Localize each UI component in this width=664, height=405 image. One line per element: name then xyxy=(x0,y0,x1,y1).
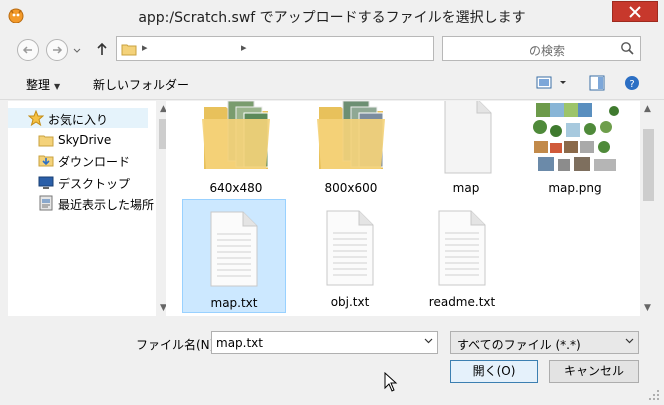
file-name: 640x480 xyxy=(209,181,263,195)
scrollbar-thumb[interactable] xyxy=(643,129,654,201)
close-icon xyxy=(629,6,641,18)
sidebar-item-recent-places[interactable]: 最近表示した場所 xyxy=(8,193,154,213)
open-button-label: 開く(O) xyxy=(472,364,516,378)
file-item[interactable]: map.png xyxy=(523,101,627,197)
desktop-icon xyxy=(38,176,54,189)
mouse-pointer-icon xyxy=(384,372,398,392)
new-folder-button[interactable]: 新しいフォルダー xyxy=(93,76,189,93)
sidebar-item-label: ダウンロード xyxy=(58,155,131,169)
close-button[interactable] xyxy=(612,1,658,22)
download-folder-icon xyxy=(38,155,54,167)
forward-arrow-icon xyxy=(53,46,63,54)
folder-icon xyxy=(121,44,137,56)
search-placeholder: の検索 xyxy=(529,44,566,58)
sidebar-item-label: SkyDrive xyxy=(58,133,112,147)
cancel-button-label: キャンセル xyxy=(563,364,624,378)
sidebar-item-label: デスクトップ xyxy=(58,177,131,191)
view-options-icon xyxy=(536,76,566,89)
text-file-icon xyxy=(326,210,374,286)
navigation-bar: ▸ ▸ の検索 xyxy=(0,32,664,64)
file-item[interactable]: 800x600 xyxy=(299,101,403,197)
folder-icon xyxy=(317,101,385,169)
navigation-pane: お気に入り SkyDrive ダウンロード デスクトップ 最近表示した場所 ▲ … xyxy=(8,101,173,316)
file-item[interactable]: readme.txt xyxy=(410,199,514,313)
sidebar-item-favorites[interactable]: お気に入り xyxy=(8,108,148,128)
up-arrow-icon[interactable] xyxy=(96,42,108,56)
file-list-scrollbar[interactable]: ▲ ▼ xyxy=(640,101,657,316)
filename-label: ファイル名(N): xyxy=(136,338,219,352)
command-bar: 整理 ▼ 新しいフォルダー ? xyxy=(0,68,664,100)
chevron-down-icon xyxy=(625,338,634,344)
view-options-button[interactable] xyxy=(536,75,570,94)
organize-menu[interactable]: 整理 ▼ xyxy=(26,76,60,93)
scroll-up-icon[interactable]: ▲ xyxy=(644,104,651,114)
file-type-select[interactable]: すべてのファイル (*.*) xyxy=(450,331,639,354)
dropdown-triangle-icon: ▼ xyxy=(54,82,61,91)
preview-pane-icon xyxy=(589,75,605,91)
open-button[interactable]: 開く(O) xyxy=(450,360,538,383)
address-chevron[interactable]: ▸ xyxy=(241,41,247,54)
file-item-selected[interactable]: map.txt xyxy=(182,199,286,313)
recent-locations-dropdown-icon[interactable] xyxy=(73,48,81,54)
sidebar-item-desktop[interactable]: デスクトップ xyxy=(8,172,148,192)
text-file-icon xyxy=(210,211,258,287)
window-title: app:/Scratch.swf でアップロードするファイルを選択します xyxy=(138,10,526,26)
text-file-icon xyxy=(438,210,486,286)
file-list: 640x480 800x600 map map.png map.txt obj.… xyxy=(166,101,640,316)
recent-places-icon xyxy=(39,195,53,211)
preview-pane-button[interactable] xyxy=(589,75,605,94)
file-name: readme.txt xyxy=(428,295,496,309)
search-icon[interactable] xyxy=(620,41,634,55)
file-name: map xyxy=(452,181,480,195)
svg-text:?: ? xyxy=(629,79,634,90)
resize-grip-icon[interactable] xyxy=(648,389,660,401)
folder-icon xyxy=(202,101,270,169)
chevron-down-icon[interactable] xyxy=(424,338,433,344)
search-input[interactable]: の検索 xyxy=(442,36,641,61)
star-icon xyxy=(28,110,44,126)
file-name: obj.txt xyxy=(330,295,370,309)
file-item[interactable]: map xyxy=(414,101,518,197)
sidebar-item-skydrive[interactable]: SkyDrive xyxy=(8,130,148,150)
sidebar-item-downloads[interactable]: ダウンロード xyxy=(8,150,148,170)
back-button[interactable] xyxy=(17,39,39,61)
file-name: 800x600 xyxy=(324,181,378,195)
help-button[interactable]: ? xyxy=(624,75,640,94)
address-bar[interactable]: ▸ ▸ xyxy=(116,36,541,61)
sidebar-item-label: お気に入り xyxy=(48,113,109,127)
cancel-button[interactable]: キャンセル xyxy=(549,360,639,383)
address-chevron[interactable]: ▸ xyxy=(142,41,148,54)
file-name: map.png xyxy=(548,181,602,195)
filename-field[interactable]: map.txt xyxy=(211,331,438,354)
organize-label: 整理 xyxy=(26,78,51,92)
sidebar-item-label: 最近表示した場所 xyxy=(58,198,155,212)
forward-button[interactable] xyxy=(46,39,68,61)
title-bar: app:/Scratch.swf でアップロードするファイルを選択します xyxy=(0,0,664,32)
file-type-value: すべてのファイル (*.*) xyxy=(457,338,581,352)
back-arrow-icon xyxy=(22,46,32,54)
file-item[interactable]: obj.txt xyxy=(298,199,402,313)
file-name: map.txt xyxy=(210,296,258,310)
folder-icon xyxy=(38,135,54,147)
help-icon: ? xyxy=(625,76,639,90)
filename-value[interactable]: map.txt xyxy=(216,336,263,350)
new-folder-label: 新しいフォルダー xyxy=(93,78,190,92)
app-icon xyxy=(7,7,25,24)
file-item[interactable]: 640x480 xyxy=(184,101,288,197)
scroll-down-icon[interactable]: ▼ xyxy=(644,303,651,313)
blank-file-icon xyxy=(444,101,492,174)
image-thumbnail xyxy=(528,101,622,177)
dialog-footer: ファイル名(N): map.txt すべてのファイル (*.*) 開く(O) キ… xyxy=(0,320,664,405)
